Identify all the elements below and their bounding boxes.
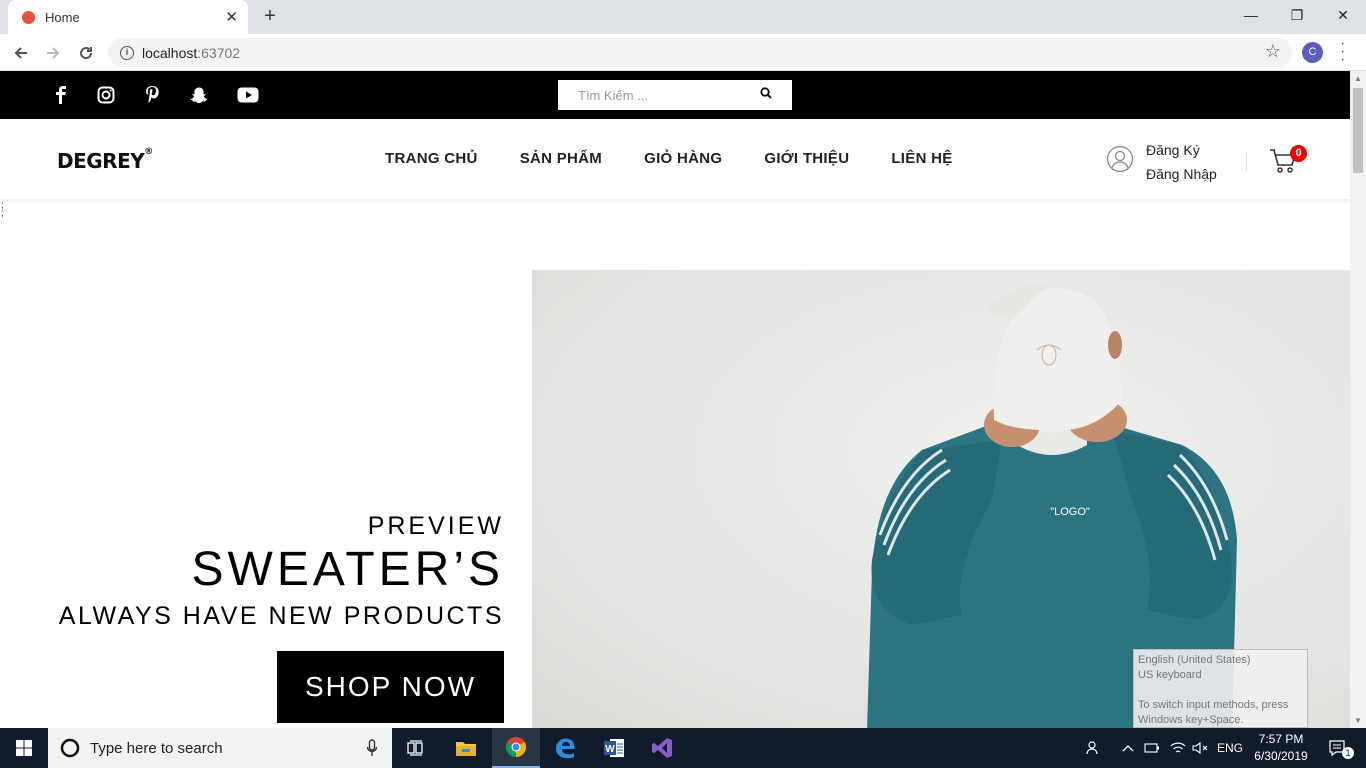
hero-text: PREVIEW SWEATER’S ALWAYS HAVE NEW PRODUC… <box>59 511 504 633</box>
shirt-print-text: "LOGO" <box>1050 506 1090 518</box>
header-divider <box>1246 151 1247 171</box>
clock-time: 7:57 PM <box>1258 732 1304 746</box>
ime-line-3: To switch input methods, press <box>1138 699 1289 711</box>
main-header: DEGREY® TRANG CHỦ SẢN PHẨM GIỎ HÀNG GIỚI… <box>0 119 1350 199</box>
favicon-icon <box>22 10 35 24</box>
tab-close-icon[interactable]: ✕ <box>225 8 238 26</box>
profile-avatar[interactable]: C <box>1302 42 1323 63</box>
auth-links: Đăng Ký Đăng Nhập <box>1146 138 1217 186</box>
page-scrollbar[interactable]: ▲ ▼ <box>1350 71 1366 728</box>
tray-chevron-up-icon[interactable] <box>1118 728 1138 768</box>
login-link[interactable]: Đăng Nhập <box>1146 162 1217 186</box>
hero-title: SWEATER’S <box>191 543 504 596</box>
menu-item-products[interactable]: SẢN PHẨM <box>520 150 602 167</box>
language-indicator[interactable]: ENG <box>1214 728 1246 768</box>
stray-text: ; ; <box>1 200 4 219</box>
scroll-up-arrow-icon[interactable]: ▲ <box>1354 74 1362 83</box>
forward-arrow-icon[interactable] <box>40 40 66 66</box>
file-explorer-icon[interactable] <box>442 728 490 768</box>
scroll-thumb[interactable] <box>1353 88 1363 173</box>
reload-icon[interactable] <box>73 40 99 66</box>
word-icon[interactable]: W <box>590 728 638 768</box>
ime-line-2: US keyboard <box>1138 669 1202 681</box>
task-view-icon[interactable] <box>392 728 440 768</box>
microphone-icon <box>366 739 378 756</box>
tab-title: Home <box>45 9 80 25</box>
logo-registered-mark: ® <box>144 147 153 157</box>
clock-date: 6/30/2019 <box>1254 749 1308 763</box>
back-arrow-icon[interactable] <box>8 40 34 66</box>
browser-toolbar: i localhost:63702 ☆ C · · · <box>0 34 1366 71</box>
scroll-down-arrow-icon[interactable]: ▼ <box>1354 716 1362 725</box>
new-tab-button[interactable]: + <box>258 5 282 29</box>
menu-item-contact[interactable]: LIÊN HỆ <box>891 150 952 167</box>
windows-start-icon[interactable] <box>0 728 48 768</box>
taskbar-search-box[interactable]: Type here to search <box>48 728 392 768</box>
menu-item-cart[interactable]: GIỎ HÀNG <box>644 150 722 167</box>
ime-line-4: Windows key+Space. <box>1138 714 1244 726</box>
logo-text: DEGREY <box>57 149 145 173</box>
url-port: :63702 <box>197 44 241 61</box>
menu-item-about[interactable]: GIỚI THIỆU <box>764 150 849 167</box>
browser-menu-icon[interactable]: · · · <box>1340 36 1345 68</box>
people-icon[interactable] <box>1082 728 1106 768</box>
browser-tab-strip: Home ✕ + — ❐ ✕ <box>0 0 1366 34</box>
top-social-bar <box>0 71 1350 119</box>
cortana-icon <box>60 738 80 758</box>
pinterest-icon[interactable] <box>141 85 163 105</box>
site-search-input[interactable] <box>578 87 760 103</box>
cart-count-badge: 0 <box>1290 145 1307 162</box>
visual-studio-icon[interactable] <box>638 728 686 768</box>
input-method-tooltip: English (United States) US keyboard To s… <box>1133 649 1308 728</box>
search-icon[interactable] <box>760 86 772 104</box>
youtube-icon[interactable] <box>237 85 259 105</box>
hero-subtitle: ALWAYS HAVE NEW PRODUCTS <box>58 602 504 630</box>
window-controls: — ❐ ✕ <box>1228 0 1366 30</box>
speaker-muted-icon[interactable] <box>1190 728 1210 768</box>
windows-taskbar: Type here to search W ENG 7:57 PM 6/30/2… <box>0 728 1366 768</box>
user-icon[interactable] <box>1106 145 1134 173</box>
page-viewport: DEGREY® TRANG CHỦ SẢN PHẨM GIỎ HÀNG GIỚI… <box>0 71 1350 728</box>
minimize-button[interactable]: — <box>1228 0 1274 30</box>
restore-button[interactable]: ❐ <box>1274 0 1320 30</box>
shop-now-button[interactable]: SHOP NOW <box>277 651 504 723</box>
menu-item-home[interactable]: TRANG CHỦ <box>385 150 478 167</box>
instagram-icon[interactable] <box>95 85 117 105</box>
notification-count-badge: 1 <box>1342 747 1354 759</box>
bookmark-star-icon[interactable]: ☆ <box>1265 41 1281 62</box>
browser-tab-home[interactable]: Home ✕ <box>8 0 248 34</box>
main-menu: TRANG CHỦ SẢN PHẨM GIỎ HÀNG GIỚI THIỆU L… <box>385 150 995 167</box>
ime-line-1: English (United States) <box>1138 654 1251 666</box>
battery-icon[interactable] <box>1142 728 1162 768</box>
facebook-icon[interactable] <box>50 85 72 105</box>
wifi-icon[interactable] <box>1168 728 1188 768</box>
site-info-icon[interactable]: i <box>120 45 134 60</box>
action-center-icon[interactable]: 1 <box>1318 728 1358 768</box>
svg-text:W: W <box>605 744 615 755</box>
hero-preview: PREVIEW <box>367 512 504 540</box>
taskbar-clock[interactable]: 7:57 PM 6/30/2019 <box>1248 731 1314 765</box>
chrome-icon[interactable] <box>492 728 540 768</box>
url-host: localhost <box>142 44 198 61</box>
site-search-box <box>558 80 792 110</box>
address-bar[interactable]: i localhost:63702 ☆ <box>108 38 1293 67</box>
register-link[interactable]: Đăng Ký <box>1146 138 1217 162</box>
close-window-button[interactable]: ✕ <box>1320 0 1366 30</box>
snapchat-icon[interactable] <box>188 85 210 105</box>
edge-icon[interactable] <box>541 728 589 768</box>
taskbar-search-placeholder: Type here to search <box>90 739 223 757</box>
site-logo[interactable]: DEGREY® <box>57 147 153 173</box>
